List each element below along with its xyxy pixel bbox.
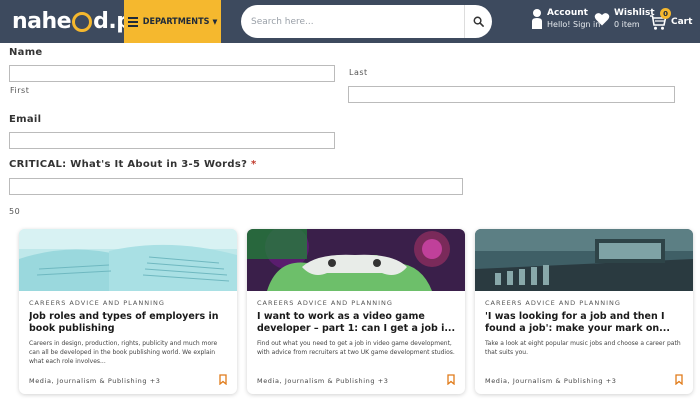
article-card-3[interactable]: CAREERS ADVICE AND PLANNING 'I was looki… bbox=[475, 229, 693, 394]
card-1-description: Careers in design, production, rights, p… bbox=[29, 340, 218, 365]
card-3-description: Take a look at eight popular music jobs … bbox=[485, 340, 681, 356]
game-controller-image bbox=[247, 229, 465, 291]
critical-summary-field[interactable] bbox=[9, 178, 463, 195]
card-1-image bbox=[19, 229, 237, 291]
search-bar bbox=[241, 5, 492, 38]
critical-label: CRITICAL: What's It About in 3-5 Words? … bbox=[9, 159, 257, 170]
account-icon bbox=[532, 9, 542, 29]
account-link[interactable]: Account Hello! Sign in bbox=[531, 8, 600, 30]
bookmark-icon[interactable] bbox=[447, 374, 455, 385]
logo-text-start: nahe bbox=[12, 8, 72, 34]
cart-icon-wrap: 0 bbox=[649, 8, 671, 31]
account-title: Account bbox=[547, 8, 588, 18]
last-sublabel: Last bbox=[349, 68, 368, 77]
card-1-category: CAREERS ADVICE AND PLANNING bbox=[29, 299, 165, 307]
search-input[interactable] bbox=[241, 5, 463, 38]
card-2-category: CAREERS ADVICE AND PLANNING bbox=[257, 299, 393, 307]
menu-icon bbox=[127, 15, 138, 29]
top-header: nahed.pk DEPARTMENTS ▼ Account Hello! Si… bbox=[0, 0, 700, 43]
card-1-title[interactable]: Job roles and types of employers in book… bbox=[29, 311, 231, 335]
email-label: Email bbox=[9, 114, 42, 125]
logo-ring bbox=[72, 12, 93, 32]
logo-text-mid: d bbox=[93, 8, 109, 34]
last-name-field[interactable] bbox=[348, 86, 675, 103]
bookmark-icon[interactable] bbox=[219, 374, 227, 385]
card-3-title[interactable]: 'I was looking for a job and then I foun… bbox=[485, 311, 687, 335]
card-2-image bbox=[247, 229, 465, 291]
article-card-1[interactable]: CAREERS ADVICE AND PLANNING Job roles an… bbox=[19, 229, 237, 394]
cart-link[interactable]: 0 Cart bbox=[649, 8, 693, 31]
search-icon bbox=[473, 16, 484, 27]
heart-icon bbox=[594, 13, 610, 26]
bookmark-icon[interactable] bbox=[675, 374, 683, 385]
card-3-tags[interactable]: Media, Journalism & Publishing +3 bbox=[485, 377, 617, 385]
critical-label-text: CRITICAL: What's It About in 3-5 Words? bbox=[9, 159, 248, 170]
article-card-2[interactable]: CAREERS ADVICE AND PLANNING I want to wo… bbox=[247, 229, 465, 394]
music-studio-image bbox=[475, 229, 693, 291]
first-name-field[interactable] bbox=[9, 65, 335, 82]
departments-label: DEPARTMENTS bbox=[142, 16, 210, 27]
caret-down-icon: ▼ bbox=[212, 17, 218, 26]
cart-label: Cart bbox=[671, 16, 693, 27]
card-3-category: CAREERS ADVICE AND PLANNING bbox=[485, 299, 621, 307]
character-count: 50 bbox=[9, 207, 21, 216]
first-sublabel: First bbox=[10, 86, 30, 95]
required-marker: * bbox=[251, 159, 257, 170]
card-1-tags[interactable]: Media, Journalism & Publishing +3 bbox=[29, 377, 161, 385]
book-pages-image bbox=[19, 229, 237, 291]
name-label: Name bbox=[9, 47, 43, 58]
departments-button[interactable]: DEPARTMENTS ▼ bbox=[124, 0, 221, 43]
cart-count-badge: 0 bbox=[660, 8, 671, 19]
card-2-title[interactable]: I want to work as a video game developer… bbox=[257, 311, 459, 335]
email-field[interactable] bbox=[9, 132, 335, 149]
account-subtitle: Hello! Sign in bbox=[547, 20, 601, 29]
card-3-image bbox=[475, 229, 693, 291]
card-2-description: Find out what you need to get a job in v… bbox=[257, 340, 455, 356]
search-button[interactable] bbox=[464, 5, 492, 38]
wishlist-link[interactable]: Wishlist 0 item bbox=[594, 8, 655, 30]
card-2-tags[interactable]: Media, Journalism & Publishing +3 bbox=[257, 377, 389, 385]
